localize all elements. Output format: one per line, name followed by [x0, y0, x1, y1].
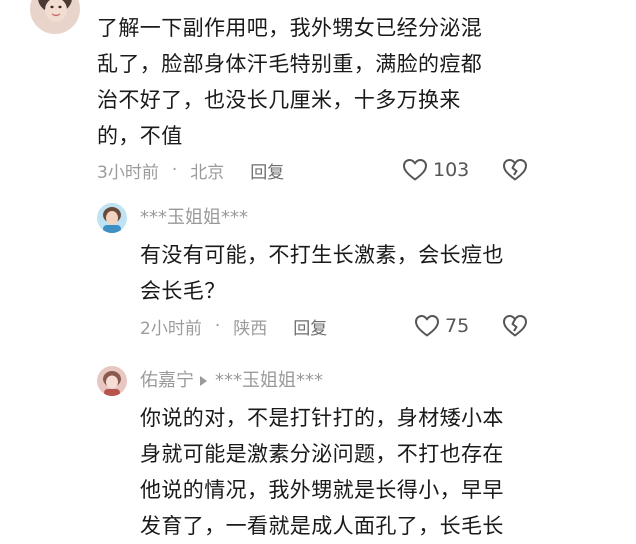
username[interactable]: ***玉姐姐***: [140, 207, 248, 229]
dislike-button[interactable]: [502, 312, 528, 340]
comment-meta: 3小时前 · 北京 回复: [97, 156, 284, 184]
broken-heart-icon: [503, 315, 527, 337]
timestamp: 3小时前: [97, 162, 159, 183]
like-count: 75: [445, 315, 470, 337]
reply-to-username[interactable]: ***玉姐姐***: [215, 370, 323, 391]
reply-button[interactable]: 回复: [250, 158, 284, 183]
like-button[interactable]: 75: [414, 312, 469, 340]
timestamp: 2小时前: [140, 318, 202, 339]
comment-text: 你说的对，不是打针打的，身材矮小本 身就可能是激素分泌问题，不打也存在 他说的情…: [140, 406, 504, 538]
reply-arrow-icon: [200, 375, 207, 386]
broken-heart-icon: [503, 159, 527, 181]
separator: ·: [214, 316, 221, 336]
reply-header: 佑嘉宁 ***玉姐姐***: [140, 370, 323, 392]
avatar[interactable]: [30, 0, 80, 34]
location: 陕西: [233, 318, 268, 339]
location: 北京: [190, 162, 225, 183]
separator: ·: [171, 160, 178, 180]
heart-icon: [403, 159, 427, 181]
like-button[interactable]: 103: [402, 156, 469, 184]
reply-button[interactable]: 回复: [293, 314, 327, 339]
username[interactable]: 佑嘉宁: [140, 370, 194, 391]
avatar[interactable]: [97, 203, 127, 233]
dislike-button[interactable]: [502, 156, 528, 184]
comment-text: 有没有可能，不打生长激素，会长痘也 会长毛？: [140, 243, 504, 303]
comment-text: 了解一下副作用吧，我外甥女已经分泌混 乱了，脸部身体汗毛特别重，满脸的痘都 治不…: [97, 16, 483, 148]
comment-meta: 2小时前 · 陕西 回复: [140, 312, 327, 340]
avatar[interactable]: [97, 366, 127, 396]
like-count: 103: [433, 159, 470, 181]
heart-icon: [415, 315, 439, 337]
